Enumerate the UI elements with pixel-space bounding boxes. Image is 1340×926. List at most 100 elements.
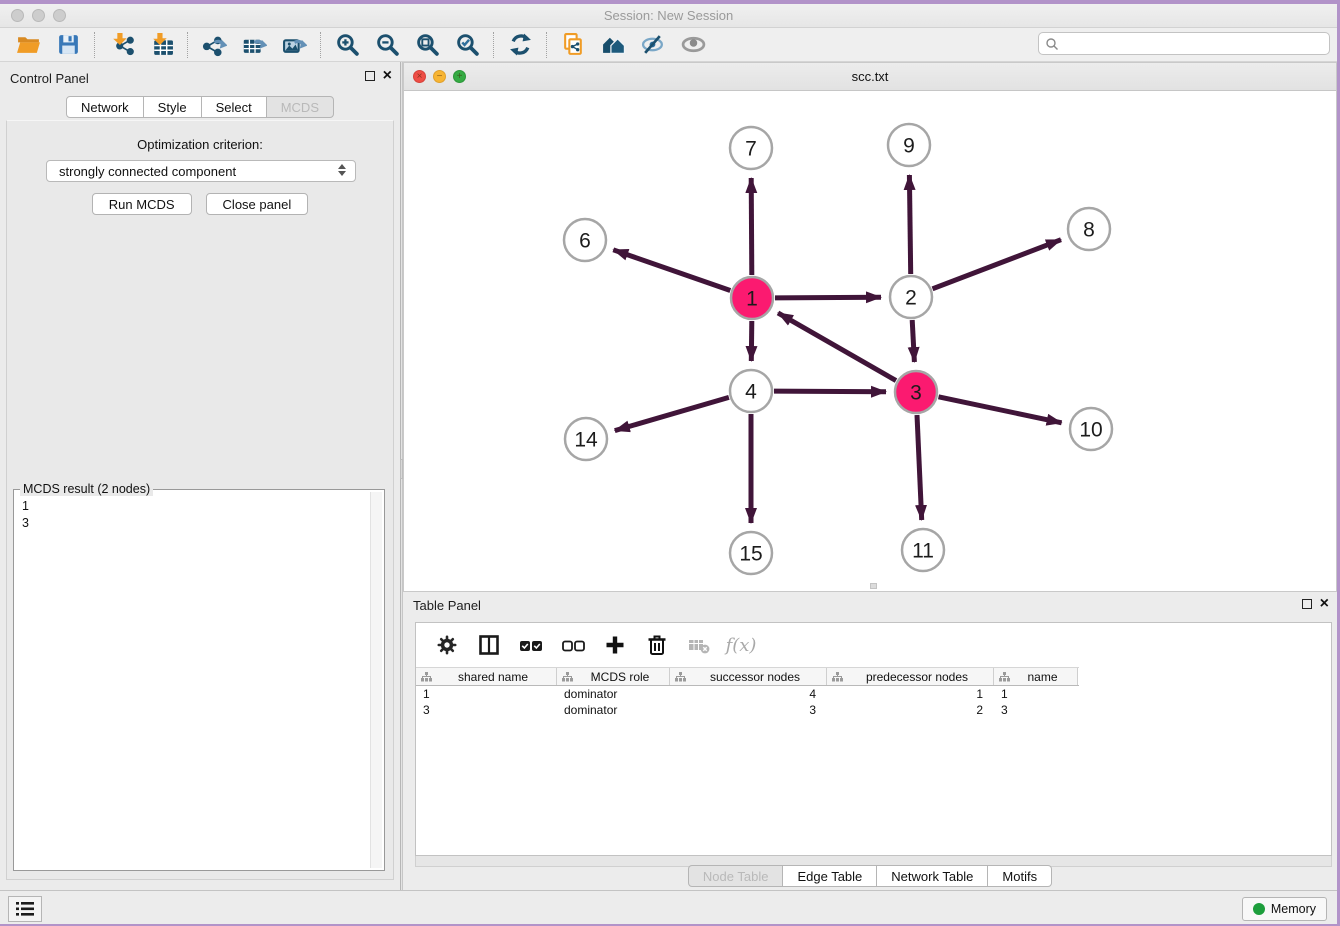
edge-2-3[interactable] <box>912 320 914 362</box>
copy-network-icon <box>561 32 586 57</box>
edge-4-14[interactable] <box>615 397 729 430</box>
edge-1-2[interactable] <box>775 297 881 298</box>
toolbar-separator <box>546 32 547 58</box>
node-label: 4 <box>745 380 757 403</box>
show-columns-button[interactable] <box>518 632 544 658</box>
zoom-fit-button[interactable] <box>407 30 447 60</box>
column-header-successor-nodes[interactable]: successor nodes <box>670 668 827 685</box>
criterion-select[interactable]: strongly connected component <box>46 160 356 182</box>
zoom-out-button[interactable] <box>367 30 407 60</box>
table-tab-node-table[interactable]: Node Table <box>688 865 784 887</box>
edge-2-8[interactable] <box>933 240 1062 289</box>
node-4[interactable]: 4 <box>730 370 772 412</box>
float-table-panel-icon[interactable] <box>1302 599 1312 609</box>
table-row[interactable]: 3dominator323 <box>416 702 1331 718</box>
network-titlebar: × − + scc.txt <box>404 63 1336 91</box>
task-history-button[interactable] <box>8 896 42 922</box>
save-session-button[interactable] <box>48 30 88 60</box>
copy-network-button[interactable] <box>553 30 593 60</box>
edge-3-11[interactable] <box>917 415 922 520</box>
toolbar-separator <box>187 32 188 58</box>
split-columns-button[interactable] <box>476 632 502 658</box>
export-network-button[interactable] <box>194 30 234 60</box>
add-column-icon <box>603 633 627 657</box>
delete-column-button[interactable] <box>644 632 670 658</box>
close-table-panel-icon[interactable]: × <box>1320 599 1329 609</box>
search-input[interactable] <box>1059 37 1329 51</box>
tab-select[interactable]: Select <box>201 96 267 118</box>
node-3[interactable]: 3 <box>895 371 937 413</box>
network-canvas[interactable]: 7 9 6 8 1 2 4 3 14 10 15 11 <box>404 91 1336 591</box>
node-15[interactable]: 15 <box>730 532 772 574</box>
refresh-view-icon <box>508 32 533 57</box>
edge-3-10[interactable] <box>939 397 1062 423</box>
column-header-shared-name[interactable]: shared name <box>416 668 557 685</box>
show-all-button[interactable] <box>673 30 713 60</box>
column-header-label: MCDS role <box>571 670 669 684</box>
float-panel-icon[interactable] <box>365 71 375 81</box>
tab-network[interactable]: Network <box>66 96 144 118</box>
import-table-button[interactable] <box>141 30 181 60</box>
node-10[interactable]: 10 <box>1070 408 1112 450</box>
node-2[interactable]: 2 <box>890 276 932 318</box>
export-table-button[interactable] <box>234 30 274 60</box>
run-mcds-button[interactable]: Run MCDS <box>92 193 192 215</box>
canvas-resize-grip[interactable] <box>870 583 877 589</box>
network-title: scc.txt <box>404 69 1336 84</box>
criterion-select-value: strongly connected component <box>59 164 236 179</box>
node-1[interactable]: 1 <box>731 277 773 319</box>
node-11[interactable]: 11 <box>902 529 944 571</box>
tab-mcds[interactable]: MCDS <box>266 96 334 118</box>
edge-1-4[interactable] <box>751 321 752 361</box>
hide-selected-button[interactable] <box>633 30 673 60</box>
node-label: 2 <box>905 286 917 309</box>
optimization-criterion-label: Optimization criterion: <box>7 137 393 152</box>
column-header-predecessor-nodes[interactable]: predecessor nodes <box>827 668 994 685</box>
column-header-name[interactable]: name <box>994 668 1078 685</box>
edge-4-3[interactable] <box>774 391 886 392</box>
memory-button[interactable]: Memory <box>1242 897 1327 921</box>
edge-2-9[interactable] <box>909 175 910 274</box>
zoom-selected-button[interactable] <box>447 30 487 60</box>
node-14[interactable]: 14 <box>565 418 607 460</box>
app-titlebar: Session: New Session <box>0 4 1337 28</box>
result-line: 1 <box>22 498 370 515</box>
import-network-button[interactable] <box>101 30 141 60</box>
add-column-button[interactable] <box>602 632 628 658</box>
open-file-button[interactable] <box>8 30 48 60</box>
save-session-icon <box>56 32 81 57</box>
node-6[interactable]: 6 <box>564 219 606 261</box>
list-icon <box>14 900 36 918</box>
home-view-icon <box>601 32 626 57</box>
edge-1-6[interactable] <box>613 250 730 291</box>
edge-1-7[interactable] <box>751 178 752 275</box>
mcds-result-text[interactable]: 13 <box>16 492 370 868</box>
table-tab-edge-table[interactable]: Edge Table <box>782 865 877 887</box>
result-line: 3 <box>22 515 370 532</box>
app-title: Session: New Session <box>0 8 1337 23</box>
hide-columns-button[interactable] <box>560 632 586 658</box>
close-panel-button[interactable]: Close panel <box>206 193 309 215</box>
control-panel: Control Panel × NetworkStyleSelectMCDS O… <box>0 62 400 890</box>
export-image-button[interactable] <box>274 30 314 60</box>
node-9[interactable]: 9 <box>888 124 930 166</box>
delete-table-button <box>686 632 712 658</box>
table-settings-button[interactable] <box>434 632 460 658</box>
table-tab-network-table[interactable]: Network Table <box>876 865 988 887</box>
function-builder-button: f(x) <box>728 632 754 658</box>
close-panel-icon[interactable]: × <box>383 71 392 81</box>
refresh-view-button[interactable] <box>500 30 540 60</box>
result-scrollbar[interactable] <box>370 492 382 868</box>
column-header-MCDS-role[interactable]: MCDS role <box>557 668 670 685</box>
home-view-button[interactable] <box>593 30 633 60</box>
tab-style[interactable]: Style <box>143 96 202 118</box>
node-8[interactable]: 8 <box>1068 208 1110 250</box>
edge-3-1[interactable] <box>778 313 896 381</box>
zoom-in-button[interactable] <box>327 30 367 60</box>
table-tab-motifs[interactable]: Motifs <box>987 865 1052 887</box>
toolbar-separator <box>493 32 494 58</box>
node-label: 10 <box>1079 418 1102 441</box>
main-toolbar <box>0 28 1337 62</box>
table-row[interactable]: 1dominator411 <box>416 686 1331 702</box>
node-7[interactable]: 7 <box>730 127 772 169</box>
